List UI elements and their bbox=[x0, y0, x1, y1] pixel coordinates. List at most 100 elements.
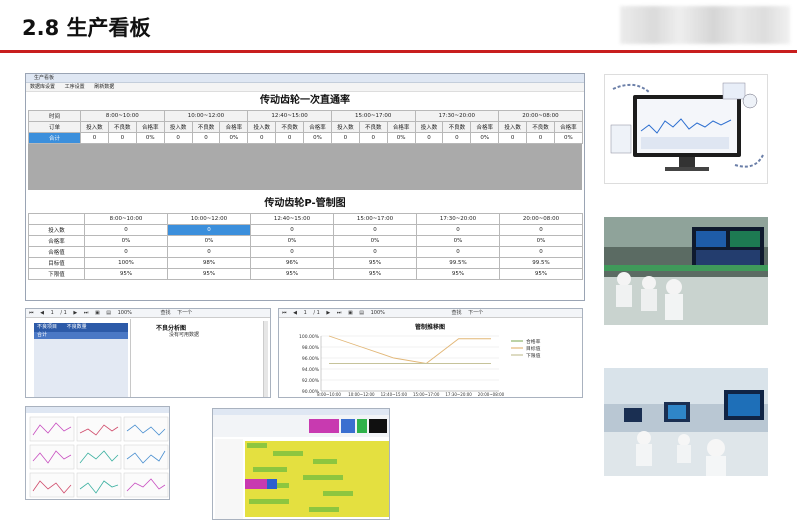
value-cell[interactable]: 95% bbox=[167, 268, 251, 280]
value-cell[interactable]: 0 bbox=[250, 224, 334, 236]
value-cell[interactable]: 0% bbox=[333, 235, 417, 247]
value-cell[interactable]: 0 bbox=[333, 224, 417, 236]
total-value-cell[interactable]: 0 bbox=[275, 132, 305, 144]
value-cell[interactable]: 0 bbox=[167, 224, 251, 236]
total-value-cell[interactable]: 0% bbox=[553, 132, 583, 144]
total-value-cell[interactable]: 0 bbox=[80, 132, 109, 144]
value-cell[interactable]: 0% bbox=[416, 235, 500, 247]
value-cell[interactable]: 0 bbox=[167, 246, 251, 258]
total-value-cell[interactable]: 0 bbox=[330, 132, 360, 144]
chart-title: 管制推移图 bbox=[415, 323, 445, 331]
value-cell[interactable]: 98% bbox=[167, 257, 251, 269]
total-value-cell[interactable]: 0 bbox=[442, 132, 472, 144]
first-page-icon[interactable]: ⏮ bbox=[282, 310, 287, 316]
value-cell[interactable]: 0 bbox=[499, 246, 583, 258]
next-page-icon[interactable]: ▶ bbox=[326, 310, 330, 316]
last-page-icon[interactable]: ⏭ bbox=[337, 310, 342, 316]
first-page-icon[interactable]: ⏮ bbox=[29, 310, 34, 316]
vertical-scrollbar[interactable] bbox=[263, 321, 268, 397]
period-header: 17:30~20:00 bbox=[414, 110, 500, 122]
value-cell[interactable]: 0 bbox=[250, 246, 334, 258]
x-tick-label: 10:00~12:00 bbox=[348, 392, 375, 397]
value-cell[interactable]: 0 bbox=[333, 246, 417, 258]
page-number-input[interactable]: 1 bbox=[51, 310, 54, 316]
total-value-cell[interactable]: 0% bbox=[470, 132, 500, 144]
total-value-cell[interactable]: 0% bbox=[303, 132, 332, 144]
total-cell[interactable]: 合计 bbox=[28, 132, 81, 144]
value-cell[interactable]: 0% bbox=[84, 235, 168, 247]
next-button[interactable]: 下一个 bbox=[177, 310, 192, 316]
value-cell[interactable]: 95% bbox=[250, 268, 334, 280]
total-value-cell[interactable]: 0 bbox=[526, 132, 555, 144]
export-icon[interactable]: ▤ bbox=[106, 310, 111, 316]
menu-item-process-settings[interactable]: 工序设置 bbox=[65, 84, 85, 90]
print-icon[interactable]: ▣ bbox=[95, 310, 100, 316]
value-cell[interactable]: 0% bbox=[499, 235, 583, 247]
sub-column-header: 合格率 bbox=[303, 121, 332, 133]
value-cell[interactable]: 0 bbox=[84, 246, 168, 258]
value-cell[interactable]: 99.5% bbox=[499, 257, 583, 269]
total-value-cell[interactable]: 0% bbox=[219, 132, 249, 144]
period-header: 15:00~17:00 bbox=[333, 213, 417, 225]
total-value-cell[interactable]: 0 bbox=[163, 132, 193, 144]
y-tick-label: 94.00% bbox=[302, 367, 320, 373]
value-cell[interactable]: 95% bbox=[416, 268, 500, 280]
total-value-cell[interactable]: 0 bbox=[107, 132, 137, 144]
sub-column-header: 不良数 bbox=[526, 121, 555, 133]
export-icon[interactable]: ▤ bbox=[359, 310, 364, 316]
value-cell[interactable]: 95% bbox=[84, 268, 168, 280]
value-cell[interactable]: 0% bbox=[250, 235, 334, 247]
analysis-empty-text: 没有可用数据 bbox=[169, 332, 200, 338]
legend-label: 合格率 bbox=[526, 338, 541, 345]
period-header: 20:00~08:00 bbox=[498, 110, 583, 122]
total-value-cell[interactable]: 0 bbox=[191, 132, 221, 144]
total-value-cell[interactable]: 0% bbox=[135, 132, 165, 144]
total-value-cell[interactable]: 0% bbox=[386, 132, 416, 144]
sub-column-header: 投入数 bbox=[163, 121, 193, 133]
empty-grid-area bbox=[28, 144, 582, 190]
last-page-icon[interactable]: ⏭ bbox=[84, 310, 89, 316]
value-cell[interactable]: 0% bbox=[167, 235, 251, 247]
find-button[interactable]: 查找 bbox=[161, 310, 171, 316]
menu-item-refresh-data[interactable]: 刷新数据 bbox=[94, 84, 114, 90]
value-cell[interactable]: 100% bbox=[84, 257, 168, 269]
value-cell[interactable]: 95% bbox=[333, 257, 417, 269]
page-number-input[interactable]: 1 bbox=[304, 310, 307, 316]
sub-column-header: 投入数 bbox=[330, 121, 360, 133]
value-cell[interactable]: 95% bbox=[333, 268, 417, 280]
print-icon[interactable]: ▣ bbox=[348, 310, 353, 316]
value-cell[interactable]: 0 bbox=[499, 224, 583, 236]
period-header: 12:40~15:00 bbox=[247, 110, 332, 122]
y-tick-label: 98.00% bbox=[302, 345, 320, 351]
sub-column-header: 不良数 bbox=[442, 121, 472, 133]
total-value-cell[interactable]: 0 bbox=[498, 132, 528, 144]
total-value-cell[interactable]: 0 bbox=[247, 132, 277, 144]
find-button[interactable]: 查找 bbox=[452, 310, 462, 316]
blurred-logo bbox=[620, 6, 790, 44]
prev-page-icon[interactable]: ◀ bbox=[40, 310, 44, 316]
p-chart-row: 合格值 0 0 0 0 0 0 bbox=[28, 246, 583, 258]
order-label: 订单 bbox=[28, 121, 81, 133]
value-cell[interactable]: 95% bbox=[499, 268, 583, 280]
x-tick-label: 12:40~15:00 bbox=[381, 392, 408, 397]
yield-table: 时间 8:00~10:00 10:00~12:00 12:40~15:00 15… bbox=[28, 110, 583, 144]
value-cell[interactable]: 99.5% bbox=[416, 257, 500, 269]
sub-column-header: 合格率 bbox=[553, 121, 583, 133]
row-label: 下限值 bbox=[28, 268, 85, 280]
menu-item-database-settings[interactable]: 数据库设置 bbox=[30, 84, 55, 90]
panel-divider bbox=[130, 319, 131, 397]
total-value-cell[interactable]: 0 bbox=[414, 132, 444, 144]
series-line bbox=[328, 335, 491, 364]
prev-page-icon[interactable]: ◀ bbox=[293, 310, 297, 316]
value-cell[interactable]: 96% bbox=[250, 257, 334, 269]
next-button[interactable]: 下一个 bbox=[468, 310, 483, 316]
value-cell[interactable]: 0 bbox=[416, 224, 500, 236]
value-cell[interactable]: 0 bbox=[84, 224, 168, 236]
period-header: 15:00~17:00 bbox=[330, 110, 416, 122]
zoom-select[interactable]: 100% bbox=[118, 310, 132, 316]
value-cell[interactable]: 0 bbox=[416, 246, 500, 258]
next-page-icon[interactable]: ▶ bbox=[73, 310, 77, 316]
total-value-cell[interactable]: 0 bbox=[358, 132, 388, 144]
p-chart-row: 投入数 0 0 0 0 0 0 bbox=[28, 224, 583, 236]
zoom-select[interactable]: 100% bbox=[371, 310, 385, 316]
